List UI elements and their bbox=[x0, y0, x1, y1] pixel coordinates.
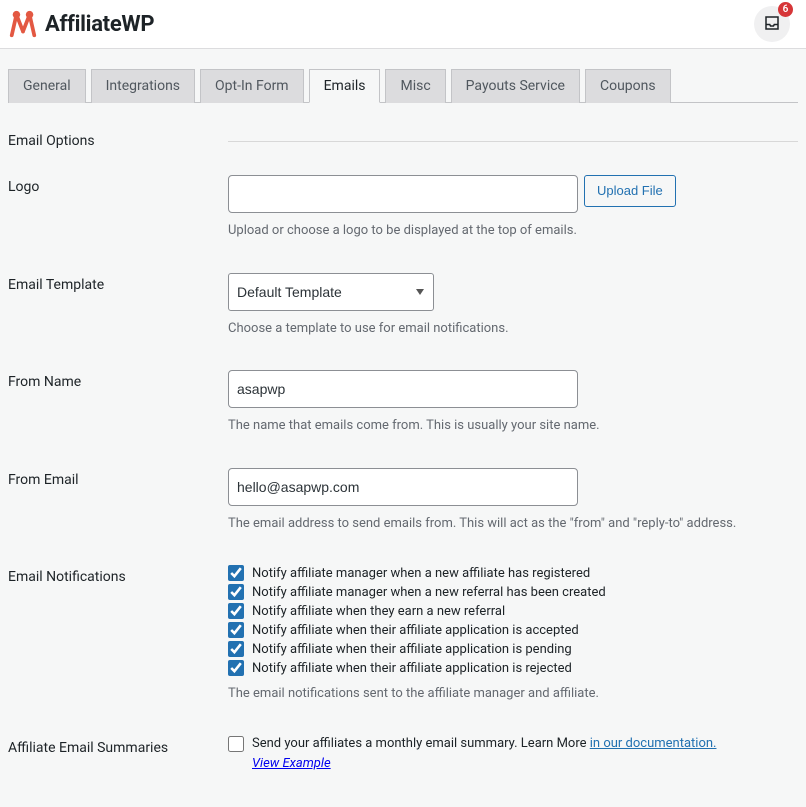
field-row-affiliate-summaries: Affiliate Email Summaries Send your affi… bbox=[8, 720, 798, 787]
settings-tabs: GeneralIntegrationsOpt-In FormEmailsMisc… bbox=[8, 69, 798, 103]
notification-checkbox[interactable] bbox=[228, 565, 244, 581]
inbox-icon bbox=[763, 14, 781, 35]
notification-row: Notify affiliate when their affiliate ap… bbox=[228, 641, 788, 657]
notification-checkbox[interactable] bbox=[228, 660, 244, 676]
notification-checkbox[interactable] bbox=[228, 584, 244, 600]
from-email-input[interactable] bbox=[228, 468, 578, 506]
summaries-checkbox[interactable] bbox=[228, 736, 244, 752]
notification-row: Notify affiliate when their affiliate ap… bbox=[228, 660, 788, 676]
field-row-from-name: From Name The name that emails come from… bbox=[8, 354, 798, 452]
notifications-badge: 6 bbox=[778, 2, 793, 17]
notification-label: Notify affiliate manager when a new affi… bbox=[252, 566, 590, 581]
notification-checklist: Notify affiliate manager when a new affi… bbox=[228, 565, 788, 676]
tab-general[interactable]: General bbox=[8, 69, 86, 103]
label-from-email: From Email bbox=[8, 452, 228, 550]
notification-row: Notify affiliate manager when a new refe… bbox=[228, 584, 788, 600]
tab-misc[interactable]: Misc bbox=[385, 69, 445, 103]
label-from-name: From Name bbox=[8, 354, 228, 452]
label-affiliate-summaries: Affiliate Email Summaries bbox=[8, 720, 228, 787]
brand: AffiliateWP bbox=[8, 9, 154, 39]
notification-label: Notify affiliate when their affiliate ap… bbox=[252, 661, 572, 676]
field-row-email-template: Email Template Default Template Choose a… bbox=[8, 257, 798, 355]
summaries-text: Send your affiliates a monthly email sum… bbox=[252, 736, 716, 751]
field-row-email-notifications: Email Notifications Notify affiliate man… bbox=[8, 549, 798, 720]
notification-row: Notify affiliate when they earn a new re… bbox=[228, 603, 788, 619]
field-row-logo: Logo Upload File Upload or choose a logo… bbox=[8, 159, 798, 257]
help-from-name: The name that emails come from. This is … bbox=[228, 416, 788, 436]
affiliatewp-logo-icon bbox=[8, 9, 38, 39]
tab-payouts-service[interactable]: Payouts Service bbox=[451, 69, 580, 103]
section-row-email-options: Email Options bbox=[8, 123, 798, 159]
section-divider bbox=[228, 141, 798, 142]
help-email-notifications: The email notifications sent to the affi… bbox=[228, 684, 788, 704]
email-template-select[interactable]: Default Template bbox=[228, 273, 434, 311]
notification-row: Notify affiliate manager when a new affi… bbox=[228, 565, 788, 581]
notification-label: Notify affiliate when they earn a new re… bbox=[252, 604, 505, 619]
tab-emails[interactable]: Emails bbox=[309, 69, 381, 103]
upload-file-button[interactable]: Upload File bbox=[584, 175, 676, 207]
field-row-from-email: From Email The email address to send ema… bbox=[8, 452, 798, 550]
section-title: Email Options bbox=[8, 123, 228, 159]
label-logo: Logo bbox=[8, 159, 228, 257]
notification-checkbox[interactable] bbox=[228, 622, 244, 638]
notification-label: Notify affiliate manager when a new refe… bbox=[252, 585, 606, 600]
help-email-template: Choose a template to use for email notif… bbox=[228, 319, 788, 339]
summaries-doc-link[interactable]: in our documentation. bbox=[590, 736, 717, 751]
brand-name: AffiliateWP bbox=[45, 12, 154, 37]
notification-label: Notify affiliate when their affiliate ap… bbox=[252, 642, 572, 657]
page-header: AffiliateWP 6 bbox=[0, 0, 806, 49]
notification-label: Notify affiliate when their affiliate ap… bbox=[252, 623, 579, 638]
tab-opt-in-form[interactable]: Opt-In Form bbox=[200, 69, 304, 103]
summaries-text-before: Send your affiliates a monthly email sum… bbox=[252, 736, 590, 751]
notification-checkbox[interactable] bbox=[228, 641, 244, 657]
settings-content: GeneralIntegrationsOpt-In FormEmailsMisc… bbox=[0, 49, 806, 807]
from-name-input[interactable] bbox=[228, 370, 578, 408]
help-logo: Upload or choose a logo to be displayed … bbox=[228, 221, 788, 241]
view-example-link[interactable]: View Example bbox=[252, 756, 788, 771]
notification-checkbox[interactable] bbox=[228, 603, 244, 619]
settings-form-table: Email Options Logo Upload File Upload or… bbox=[8, 123, 798, 787]
label-email-template: Email Template bbox=[8, 257, 228, 355]
logo-input[interactable] bbox=[228, 175, 578, 213]
tab-coupons[interactable]: Coupons bbox=[585, 69, 671, 103]
notification-row: Notify affiliate when their affiliate ap… bbox=[228, 622, 788, 638]
notifications: 6 bbox=[754, 6, 790, 42]
help-from-email: The email address to send emails from. T… bbox=[228, 514, 788, 534]
tab-integrations[interactable]: Integrations bbox=[91, 69, 195, 103]
label-email-notifications: Email Notifications bbox=[8, 549, 228, 720]
